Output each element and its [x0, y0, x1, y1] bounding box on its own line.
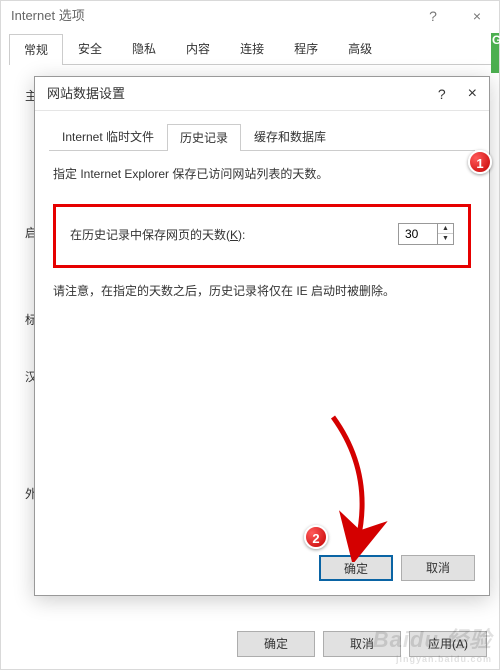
- spinner-down-icon[interactable]: ▼: [438, 234, 453, 244]
- tab-content[interactable]: 内容: [171, 33, 225, 64]
- tab-connections[interactable]: 连接: [225, 33, 279, 64]
- window-title: Internet 选项 ? ×: [1, 1, 499, 31]
- tab-advanced[interactable]: 高级: [333, 33, 387, 64]
- ok-button[interactable]: 确定: [237, 631, 315, 657]
- days-label: 在历史记录中保存网页的天数(K):: [70, 226, 245, 243]
- dialog-controls: ? ×: [438, 77, 485, 111]
- tab-general[interactable]: 常规: [9, 34, 63, 65]
- highlight-box-1: 在历史记录中保存网页的天数(K): ▲ ▼: [53, 204, 471, 268]
- dialog-content: 指定 Internet Explorer 保存已访问网站列表的天数。 在历史记录…: [35, 151, 489, 299]
- spinner-up-icon[interactable]: ▲: [438, 224, 453, 234]
- note-text: 请注意，在指定的天数之后，历史记录将仅在 IE 启动时被删除。: [53, 282, 471, 299]
- tab-privacy[interactable]: 隐私: [117, 33, 171, 64]
- close-icon[interactable]: ×: [455, 1, 499, 31]
- tab-history[interactable]: 历史记录: [167, 124, 241, 151]
- dialog-footer: 确定 取消: [319, 555, 475, 581]
- window-controls: ? ×: [411, 1, 499, 31]
- parent-tab-bar: 常规 安全 隐私 内容 连接 程序 高级: [9, 33, 491, 65]
- tab-programs[interactable]: 程序: [279, 33, 333, 64]
- dialog-tab-bar: Internet 临时文件 历史记录 缓存和数据库: [49, 123, 475, 151]
- annotation-marker-2: 2: [304, 525, 328, 549]
- spinner-arrows: ▲ ▼: [438, 223, 454, 245]
- watermark: Baidu 经验 jingyan.baidu.com: [373, 622, 492, 664]
- tab-security[interactable]: 安全: [63, 33, 117, 64]
- days-spinner[interactable]: ▲ ▼: [398, 223, 454, 245]
- tab-cache-db[interactable]: 缓存和数据库: [241, 123, 339, 150]
- website-data-settings-dialog: 网站数据设置 ? × Internet 临时文件 历史记录 缓存和数据库 指定 …: [34, 76, 490, 596]
- dialog-title: 网站数据设置 ? ×: [35, 77, 489, 111]
- dialog-title-text: 网站数据设置: [47, 86, 125, 101]
- watermark-brand: Baidu 经验: [373, 627, 492, 652]
- annotation-marker-1: 1: [468, 150, 492, 174]
- green-badge: G: [491, 33, 499, 73]
- tab-temp-files[interactable]: Internet 临时文件: [49, 123, 167, 150]
- cancel-button[interactable]: 取消: [401, 555, 475, 581]
- watermark-url: jingyan.baidu.com: [373, 654, 492, 664]
- close-icon[interactable]: ×: [460, 77, 485, 111]
- help-icon[interactable]: ?: [438, 77, 446, 111]
- days-input[interactable]: [398, 223, 438, 245]
- ok-button[interactable]: 确定: [319, 555, 393, 581]
- days-row: 在历史记录中保存网页的天数(K): ▲ ▼: [70, 223, 454, 245]
- window-title-text: Internet 选项: [11, 8, 85, 23]
- help-icon[interactable]: ?: [411, 1, 455, 31]
- description-text: 指定 Internet Explorer 保存已访问网站列表的天数。: [53, 165, 471, 182]
